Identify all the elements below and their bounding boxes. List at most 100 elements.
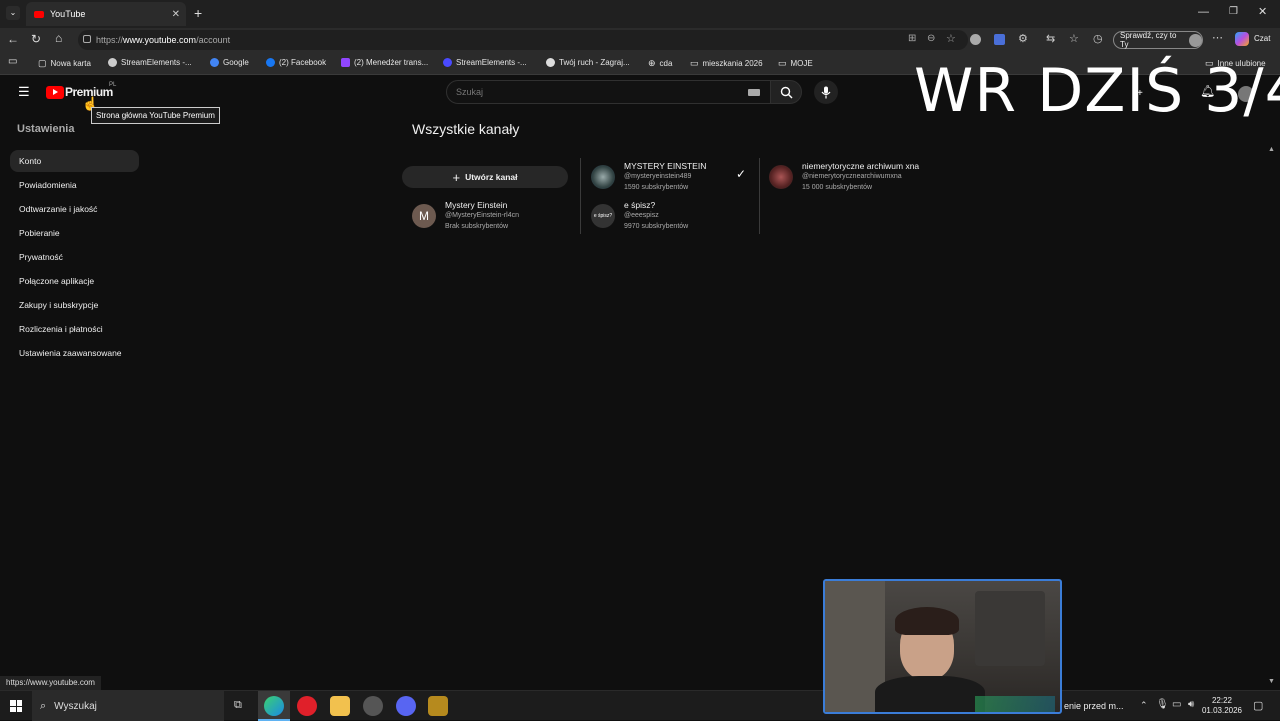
opera-icon[interactable] [297, 696, 317, 716]
reading-view-icon[interactable]: ▭ [8, 56, 17, 67]
obs-icon[interactable] [363, 696, 383, 716]
channel-name: e śpisz? [624, 200, 656, 210]
notification-center-icon[interactable]: ▢ [1253, 699, 1263, 712]
bookmark-item[interactable]: StreamElements -... [108, 58, 192, 67]
taskbar-app-active[interactable] [258, 691, 290, 721]
nav-billing[interactable]: Rozliczenia i płatności [10, 318, 139, 340]
file-explorer-icon[interactable] [330, 696, 350, 716]
address-bar-row: ← ↻ ⌂ https://www.youtube.com/account ⊞ … [0, 28, 1280, 52]
menu-icon[interactable]: ☰ [18, 84, 30, 100]
logo-tooltip: Strona główna YouTube Premium [91, 107, 220, 124]
channel-subscribers: 1590 subskrybentów [624, 184, 689, 191]
nav-advanced[interactable]: Ustawienia zaawansowane [10, 342, 139, 364]
tray-chevron-icon[interactable]: ⌃ [1140, 700, 1148, 711]
channel-avatar [769, 165, 793, 189]
search-input[interactable]: Szukaj [446, 80, 772, 104]
extension-2-icon[interactable] [994, 34, 1005, 45]
channel-handle: @mysteryeinstein489 [624, 173, 692, 180]
url-domain: www.youtube.com [123, 35, 197, 45]
lock-icon [83, 35, 91, 43]
minimize-icon[interactable]: — [1198, 6, 1209, 18]
scroll-down-icon[interactable]: ▼ [1268, 678, 1275, 685]
scroll-up-icon[interactable]: ▲ [1268, 146, 1275, 153]
split-screen-icon[interactable]: ⇆ [1046, 32, 1055, 45]
page-icon: ▢ [38, 58, 47, 68]
app-available-icon[interactable]: ⊞ [908, 33, 916, 44]
nav-account[interactable]: Konto [10, 150, 139, 172]
channel-card[interactable]: e śpisz? e śpisz? @eeespisz 9970 subskry… [591, 200, 688, 232]
taskbar-clock[interactable]: 22:22 01.03.2026 [1202, 696, 1242, 716]
taskbar-search[interactable]: ⌕ Wyszukaj [32, 691, 224, 721]
copilot-icon[interactable] [1235, 32, 1249, 46]
discord-icon[interactable] [396, 696, 416, 716]
bookmark-item[interactable]: Twój ruch - Zagraj... [546, 58, 630, 67]
volume-icon[interactable]: 🔊︎ [1188, 699, 1194, 710]
bookmark-item[interactable]: (2) Menedżer trans... [341, 58, 428, 67]
column-divider [759, 158, 760, 234]
nav-purchases[interactable]: Zakupy i subskrypcje [10, 294, 139, 316]
search-icon [780, 86, 792, 98]
youtube-page: ☰ Premium PL ☝ Strona główna YouTube Pre… [0, 56, 1280, 690]
notification-text: enie przed m... [1064, 701, 1124, 711]
youtube-logo-icon[interactable] [46, 86, 64, 99]
more-icon[interactable]: ⋯ [1212, 31, 1223, 44]
bookmark-folder[interactable]: ▭ mieszkania 2026 [690, 58, 763, 69]
tab-youtube[interactable]: YouTube ✕ [26, 2, 186, 26]
plus-icon: + [452, 169, 461, 185]
favorite-star-icon[interactable]: ☆ [946, 32, 956, 45]
channel-avatar: M [412, 204, 436, 228]
bookmark-item[interactable]: (2) Facebook [266, 58, 326, 67]
maximize-icon[interactable]: ❐ [1229, 6, 1238, 17]
logo-region: PL [109, 82, 117, 88]
bookmark-item[interactable]: ▢ Nowa karta [38, 58, 91, 69]
page-title: Wszystkie kanały [412, 121, 520, 137]
bookmark-item[interactable]: ⊕ cda [648, 58, 672, 69]
new-tab-button[interactable]: + [194, 5, 202, 21]
windows-start-icon[interactable] [10, 700, 22, 712]
facebook-icon [266, 58, 275, 67]
bookmark-folder[interactable]: ▭ MOJE [778, 58, 813, 69]
browser-status-url: https://www.youtube.com [0, 676, 101, 690]
create-channel-button[interactable]: + Utwórz kanał [402, 166, 568, 188]
tab-actions-icon[interactable]: ⌄ [6, 6, 20, 20]
close-tab-icon[interactable]: ✕ [172, 9, 180, 20]
zoom-icon[interactable]: ⊖ [927, 33, 935, 44]
refresh-icon[interactable]: ↻ [31, 32, 41, 46]
extension-1-icon[interactable] [970, 34, 981, 45]
channel-card[interactable]: M Mystery Einstein @MysteryEinstein-rl4c… [412, 200, 519, 232]
bookmark-item[interactable]: Google [210, 58, 249, 67]
back-icon[interactable]: ← [7, 32, 19, 46]
microphone-icon[interactable]: 🎙︎ [1156, 699, 1169, 710]
channel-name: Mystery Einstein [445, 200, 508, 210]
extensions-icon[interactable]: ⚙ [1018, 32, 1028, 45]
profile-prompt: Sprawdź, czy to Ty [1120, 31, 1177, 49]
channel-subscribers: 15 000 subskrybentów [802, 184, 873, 191]
close-window-icon[interactable]: ✕ [1258, 5, 1267, 18]
url-prefix: https:// [96, 35, 124, 45]
nav-downloads[interactable]: Pobieranie [10, 222, 139, 244]
keyboard-icon[interactable] [748, 89, 760, 96]
profile-button[interactable]: Sprawdź, czy to Ty [1113, 31, 1203, 49]
channel-card[interactable]: niemerytoryczne archiwum xna @niemerytor… [769, 161, 919, 193]
bookmark-item[interactable]: StreamElements -... [443, 58, 527, 67]
task-view-icon[interactable]: ⧉ [234, 699, 242, 712]
copilot-label[interactable]: Czat [1254, 34, 1270, 43]
edge-icon [264, 696, 284, 716]
nav-connected-apps[interactable]: Połączone aplikacje [10, 270, 139, 292]
channel-name: MYSTERY EINSTEIN [624, 161, 707, 171]
favorites-icon[interactable]: ☆ [1069, 32, 1079, 45]
league-client-icon[interactable] [428, 696, 448, 716]
nav-playback-quality[interactable]: Odtwarzanie i jakość [10, 198, 139, 220]
url-field[interactable]: https://www.youtube.com/account [78, 30, 968, 50]
create-channel-label: Utwórz kanał [465, 172, 518, 182]
history-icon[interactable]: ◷ [1093, 32, 1103, 45]
voice-search-button[interactable] [814, 80, 838, 104]
home-icon[interactable]: ⌂ [55, 31, 62, 45]
nav-notifications[interactable]: Powiadomienia [10, 174, 139, 196]
browser-tab-bar: ⌄ YouTube ✕ + — ❐ ✕ [0, 0, 1280, 28]
nav-privacy[interactable]: Prywatność [10, 246, 139, 268]
selected-checkmark-icon: ✓ [736, 167, 747, 181]
channel-card[interactable]: MYSTERY EINSTEIN @mysteryeinstein489 159… [591, 161, 706, 193]
network-icon[interactable]: ▭ [1172, 699, 1181, 710]
search-button[interactable] [770, 80, 802, 104]
